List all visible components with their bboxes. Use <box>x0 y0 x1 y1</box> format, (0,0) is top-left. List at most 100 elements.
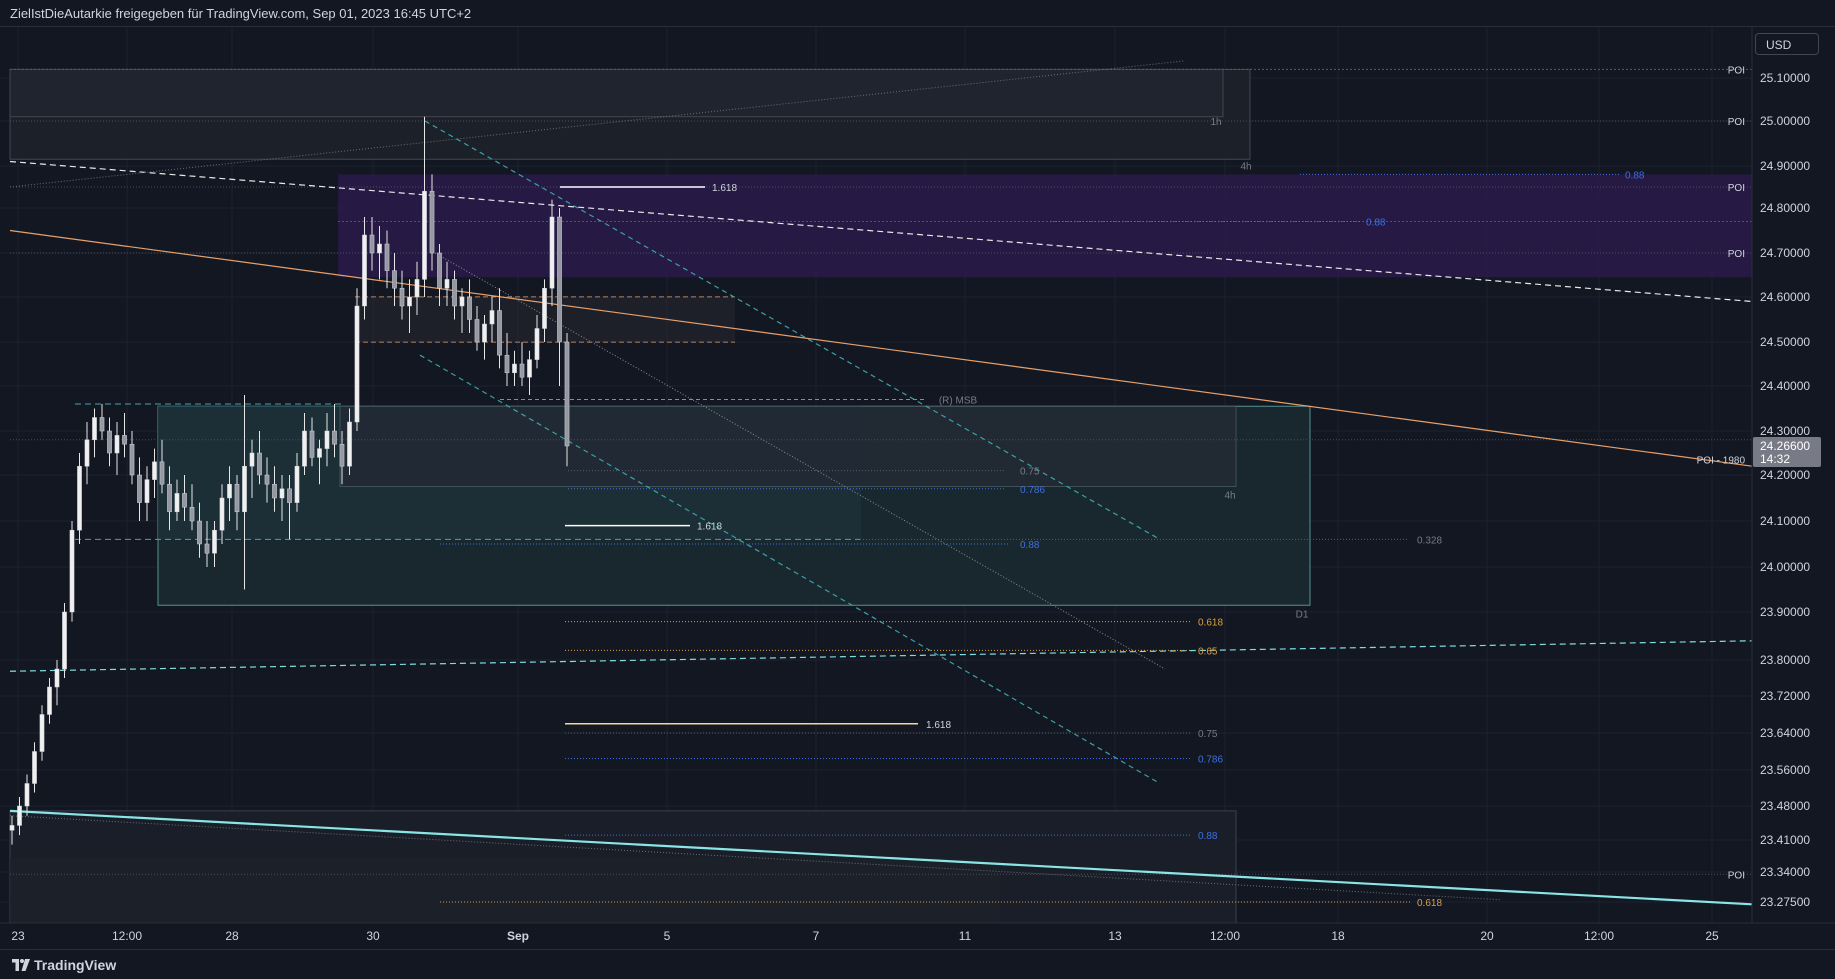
price-tick-label: 24.40000 <box>1760 379 1810 393</box>
candle-body <box>347 421 352 467</box>
fib-level-label: 0.328 <box>1417 535 1442 546</box>
fib-level-label: 1.618 <box>712 183 737 194</box>
time-tick-label: 25 <box>1705 929 1719 943</box>
price-tick-label: 24.80000 <box>1760 201 1810 215</box>
candle-body <box>557 216 562 343</box>
fib-level-label: 0.75 <box>1020 467 1040 478</box>
tradingview-logo-icon <box>12 959 30 971</box>
candle-body <box>204 543 210 554</box>
candle-body <box>144 479 150 503</box>
poi-label: POI <box>1728 117 1745 128</box>
candle-body <box>24 783 30 807</box>
time-tick-label: 5 <box>664 929 671 943</box>
zone-4h-mid <box>339 405 1237 487</box>
price-tick-label: 25.10000 <box>1760 71 1810 85</box>
price-tick-label: 24.70000 <box>1760 246 1810 260</box>
fib-level-label: 0.88 <box>1625 170 1645 181</box>
candle-body <box>377 243 382 254</box>
price-tick-label: 23.48000 <box>1760 799 1810 813</box>
fib-level-label: 0.618 <box>1417 898 1442 909</box>
candle-body <box>54 668 60 688</box>
zone-label-4h-top: 4h <box>1240 161 1251 172</box>
candle-body <box>264 474 270 485</box>
candle-body <box>407 296 412 307</box>
candle-body <box>564 341 570 447</box>
candle-body <box>384 243 390 271</box>
candle-body <box>182 493 187 508</box>
price-tick-label: 23.34000 <box>1760 865 1810 879</box>
candle-body <box>317 448 322 458</box>
candle-body <box>287 488 292 503</box>
fib-level-label: 0.88 <box>1366 218 1386 229</box>
fib-level-label: 1.618 <box>697 522 722 533</box>
currency-button[interactable]: USD <box>1755 33 1819 55</box>
time-tick-label: 28 <box>225 929 239 943</box>
price-tick-label: 23.56000 <box>1760 763 1810 777</box>
tradingview-brand[interactable]: TradingView <box>34 957 116 973</box>
price-tick-label: 23.72000 <box>1760 689 1810 703</box>
time-tick-label: 23 <box>11 929 25 943</box>
time-tick-label: 12:00 <box>1584 929 1614 943</box>
zone-label-4h-mid: 4h <box>1224 491 1235 502</box>
candle-body <box>339 443 345 467</box>
poi-label: POI <box>1728 249 1745 260</box>
candle-body <box>294 465 300 503</box>
candle-body <box>272 483 277 499</box>
fib-level-label: 0.618 <box>1198 618 1223 629</box>
candle-body <box>414 279 420 298</box>
fib-level-label: 0.88 <box>1020 540 1040 551</box>
candle-body <box>474 319 480 343</box>
candle-body <box>542 287 547 329</box>
candle-body <box>249 452 255 467</box>
candle-body <box>519 363 525 378</box>
time-tick-label: 12:00 <box>112 929 142 943</box>
price-tick-label: 23.27500 <box>1760 895 1810 909</box>
candle-body <box>152 461 157 480</box>
fib-level-label: 1.618 <box>926 720 951 731</box>
candle-body <box>467 296 472 320</box>
price-tick-label: 24.90000 <box>1760 159 1810 173</box>
candle-body <box>242 465 247 513</box>
price-tick-label: 23.90000 <box>1760 605 1810 619</box>
candle-body <box>302 430 307 467</box>
candle-body <box>39 714 45 752</box>
price-tick-label: 23.64000 <box>1760 726 1810 740</box>
time-tick-label: 30 <box>366 929 380 943</box>
candle-body <box>482 323 487 343</box>
fib-level-label: 0.786 <box>1020 485 1045 496</box>
candle-body <box>99 417 105 432</box>
candle-body <box>234 483 240 513</box>
candle-body <box>62 611 67 670</box>
price-tick-label: 23.80000 <box>1760 653 1810 667</box>
zone-label-1h: 1h <box>1210 117 1221 128</box>
candle-body <box>197 520 202 545</box>
candle-body <box>92 417 97 441</box>
candle-body <box>399 287 405 307</box>
candle-body <box>512 363 517 374</box>
candle-body <box>77 465 82 531</box>
candle-body <box>17 805 22 826</box>
candle-body <box>309 430 315 458</box>
price-tick-label: 24.30000 <box>1760 424 1810 438</box>
fib-level-label: 0.786 <box>1198 754 1223 765</box>
candle-body <box>279 488 285 499</box>
candle-body <box>189 506 195 522</box>
price-tick-label: 24.60000 <box>1760 290 1810 304</box>
candle-body <box>219 497 225 531</box>
price-tick-label: 24.20000 <box>1760 468 1810 482</box>
price-chart[interactable]: 1.618 1.618 1.618 0.75 0.786 0.88 0.328 0.618 0.… <box>0 27 1835 948</box>
candle-body <box>549 216 555 289</box>
candle-body <box>489 310 495 325</box>
candle-body <box>129 443 135 476</box>
candle-body <box>362 234 367 307</box>
attribution-text: ZielIstDieAutarkie freigegeben für Tradi… <box>10 6 472 21</box>
candle-body <box>137 474 142 503</box>
candle-body <box>324 430 330 449</box>
candle-body <box>437 252 442 289</box>
candle-body <box>114 435 120 454</box>
candle-body <box>122 435 127 445</box>
zone-label-d1: D1 <box>1296 609 1309 620</box>
last-price-countdown: 14:32 <box>1760 452 1790 466</box>
candle-body <box>452 279 457 307</box>
candle-body <box>167 483 172 513</box>
